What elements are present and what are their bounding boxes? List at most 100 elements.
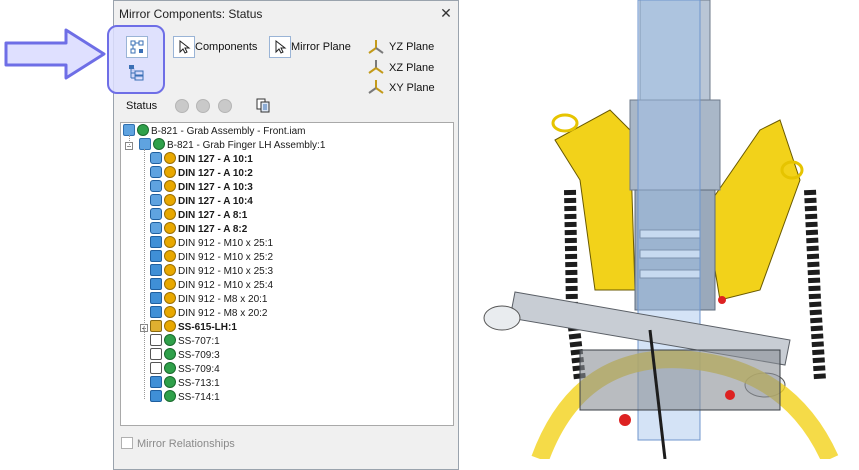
mirror-status-icon[interactable] [164,264,176,277]
xz-plane-button[interactable] [366,57,386,77]
reuse-status-icon[interactable] [164,334,176,347]
standard-part-icon [150,152,162,165]
standard-part-icon [150,208,162,221]
mirror-status-icon[interactable] [164,236,176,249]
reuse-status-icon[interactable] [153,138,165,151]
tree-row[interactable]: B-821 - Grab Finger LH Assembly:1 [139,138,326,153]
tree-row[interactable]: DIN 127 - A 10:3 [150,180,253,195]
close-button[interactable]: ✕ [437,4,455,22]
dialog-title: Mirror Components: Status [119,7,263,21]
tree-guide-line [144,149,145,399]
tree-row-label: DIN 912 - M8 x 20:2 [178,308,268,319]
tree-row-label: DIN 127 - A 10:2 [178,168,253,179]
component-tree[interactable]: B-821 - Grab Assembly - Front.iam − B-821 … [120,122,454,426]
mirror-plane-label: Mirror Plane [291,41,351,53]
tree-row[interactable]: DIN 912 - M10 x 25:4 [150,278,274,293]
mirror-status-icon[interactable] [164,320,176,333]
xy-plane-button[interactable] [366,77,386,97]
sheetmetal-icon [150,348,162,361]
reuse-status-icon[interactable] [175,99,189,113]
mirror-status-icon[interactable] [164,194,176,207]
mirror-status-icon[interactable] [164,152,176,165]
mirror-status-icon[interactable] [164,166,176,179]
tree-row-label: SS-709:3 [178,350,220,361]
tree-row[interactable]: DIN 127 - A 10:4 [150,194,253,209]
status-tree-icon [129,65,144,81]
copy-status-button[interactable] [255,97,271,113]
reuse-status-icon[interactable] [164,362,176,375]
yz-plane-button[interactable] [366,37,386,57]
tree-row-label: DIN 127 - A 8:2 [178,224,248,235]
tree-row-label: DIN 912 - M10 x 25:2 [178,252,274,263]
tree-row[interactable]: DIN 912 - M8 x 20:2 [150,306,268,321]
tree-row[interactable]: SS-709:4 [150,362,220,377]
part-icon [150,376,162,389]
tree-row[interactable]: DIN 912 - M8 x 20:1 [150,292,267,307]
mirror-plane-select-button[interactable] [269,36,291,58]
standard-part-icon [150,222,162,235]
tree-row-label: B-821 - Grab Finger LH Assembly:1 [167,140,326,151]
cad-viewport[interactable] [460,0,859,459]
assembly-icon [139,138,151,151]
mirror-status-icon[interactable] [164,250,176,263]
tree-row-label: DIN 127 - A 10:3 [178,182,253,193]
tree-row[interactable]: DIN 912 - M10 x 25:2 [150,250,274,265]
part-icon [150,250,162,263]
reuse-status-icon[interactable] [164,376,176,389]
mirror-status-icon[interactable] [164,292,176,305]
tree-row[interactable]: SS-714:1 [150,390,220,405]
reuse-status-icon[interactable] [164,390,176,403]
sheetmetal-icon [150,334,162,347]
yz-plane-label: YZ Plane [389,41,435,53]
standard-part-icon [150,180,162,193]
mirror-relationships-checkbox[interactable] [121,437,133,450]
mirror-view-button-overlay[interactable] [126,36,148,58]
tree-row[interactable]: DIN 127 - A 10:1 [150,152,253,167]
components-select-button[interactable] [173,36,195,58]
mirror-status-icon[interactable] [164,208,176,221]
mirror-status-icon[interactable] [164,222,176,235]
components-label: Components [195,41,258,53]
part-icon [150,292,162,305]
tree-row[interactable]: SS-615-LH:1 [150,320,237,335]
reuse-status-icon[interactable] [164,348,176,361]
status-view-button-overlay[interactable] [127,63,147,83]
dialog-title-bar[interactable]: Mirror Components: Status ✕ [114,1,458,27]
cursor-arrow-icon [275,40,287,54]
tree-row[interactable]: DIN 912 - M10 x 25:1 [150,236,274,251]
standard-part-icon [150,166,162,179]
tree-row-label: DIN 127 - A 10:1 [178,154,253,165]
part-icon [150,306,162,319]
reuse-status-icon[interactable] [137,124,149,137]
tree-row[interactable]: SS-709:3 [150,348,220,363]
tree-row[interactable]: DIN 127 - A 8:1 [150,208,247,223]
mirror-status-icon[interactable] [196,99,210,113]
mirror-status-icon[interactable] [164,306,176,319]
copy-icon [256,98,270,113]
tree-row[interactable]: DIN 127 - A 10:2 [150,166,253,181]
xy-plane-label: XY Plane [389,82,435,94]
tree-row-label: SS-714:1 [178,392,220,403]
standard-part-icon [150,194,162,207]
tree-row[interactable]: B-821 - Grab Assembly - Front.iam [123,124,306,139]
grab-assembly-model [483,0,839,459]
exclude-status-icon[interactable] [218,99,232,113]
status-label: Status [126,100,158,112]
tree-row-label: DIN 912 - M10 x 25:4 [178,280,274,291]
tree-row-label: B-821 - Grab Assembly - Front.iam [151,126,306,137]
part-icon [150,278,162,291]
mirror-status-icon[interactable] [164,180,176,193]
tree-row-label: DIN 127 - A 10:4 [178,196,253,207]
tree-row[interactable]: SS-713:1 [150,376,220,391]
tree-row-label: DIN 912 - M10 x 25:3 [178,266,274,277]
tree-row-label: DIN 912 - M10 x 25:1 [178,238,274,249]
tree-row[interactable]: DIN 912 - M10 x 25:3 [150,264,274,279]
cursor-arrow-icon [179,40,191,54]
weldment-icon [150,320,162,333]
mirror-status-icon[interactable] [164,278,176,291]
part-icon [150,264,162,277]
xz-plane-label: XZ Plane [389,62,435,74]
tree-row[interactable]: DIN 127 - A 8:2 [150,222,248,237]
tree-row[interactable]: SS-707:1 [150,334,220,349]
tree-row-label: SS-713:1 [178,378,220,389]
